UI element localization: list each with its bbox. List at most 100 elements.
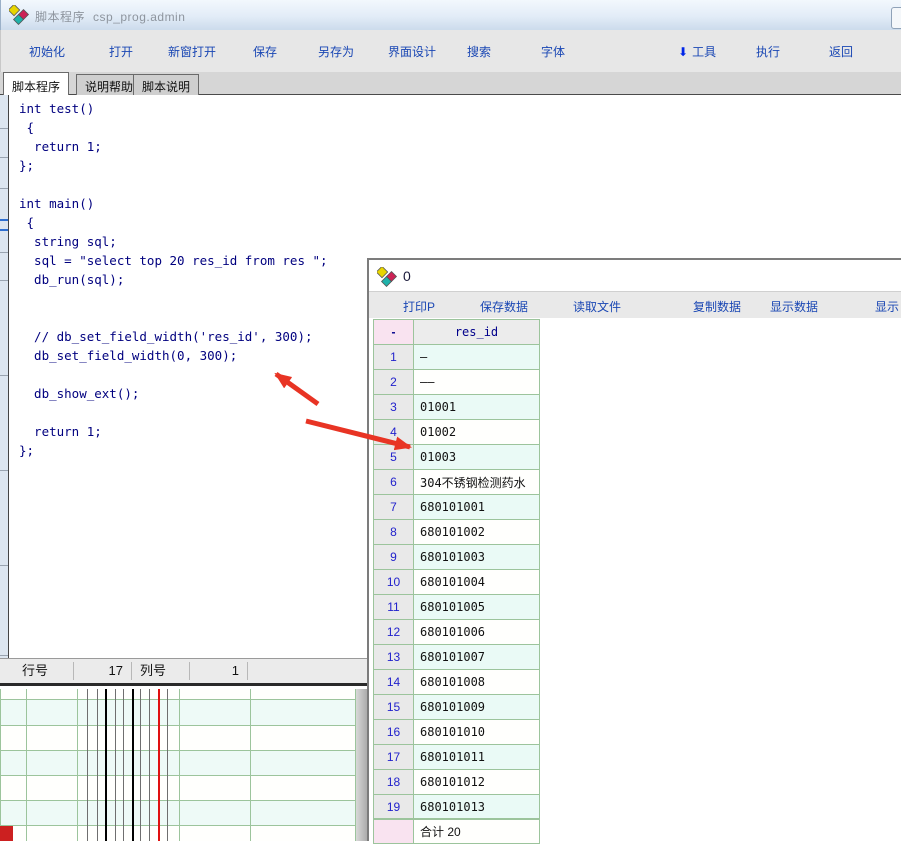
row-number-cell[interactable]: 16 [373, 719, 413, 744]
res-id-cell[interactable]: 680101009 [413, 694, 540, 719]
res-id-cell[interactable]: 680101011 [413, 744, 540, 769]
table-row: 15680101009 [373, 694, 541, 719]
copy-data-button[interactable]: 复制数据 [693, 298, 741, 315]
results-table-body: 1—2——3010014010025010036304不锈钢检测药水768010… [373, 344, 541, 819]
table-row: 13680101007 [373, 644, 541, 669]
row-number-cell[interactable]: 12 [373, 619, 413, 644]
table-row: 12680101006 [373, 619, 541, 644]
res-id-cell[interactable]: 680101005 [413, 594, 540, 619]
row-number-cell[interactable]: 5 [373, 444, 413, 469]
footer-total-cell: 合计 20 [413, 819, 540, 844]
table-row: 401002 [373, 419, 541, 444]
row-number-cell[interactable]: 14 [373, 669, 413, 694]
row-number-cell[interactable]: 9 [373, 544, 413, 569]
line-number-value: 17 [74, 662, 132, 680]
table-row: 10680101004 [373, 569, 541, 594]
row-number-cell[interactable]: 4 [373, 419, 413, 444]
row-number-cell[interactable]: 17 [373, 744, 413, 769]
res-id-cell[interactable]: 304不锈钢检测药水 [413, 469, 540, 494]
footer-index-cell [373, 819, 413, 844]
window-title: 脚本程序csp_prog.admin [35, 8, 185, 25]
row-number-cell[interactable]: 1 [373, 344, 413, 369]
save-as-button[interactable]: 另存为 [318, 43, 354, 60]
res-id-cell[interactable]: 01003 [413, 444, 540, 469]
line-number-label: 行号 [0, 662, 74, 680]
res-id-cell[interactable]: —— [413, 369, 540, 394]
row-number-cell[interactable]: 8 [373, 519, 413, 544]
result-titlebar: 0 [369, 260, 901, 292]
tab-bar: 脚本程序 说明帮助 脚本说明 [0, 72, 901, 95]
open-new-window-button[interactable]: 新窗打开 [168, 43, 216, 60]
row-number-cell[interactable]: 2 [373, 369, 413, 394]
res-id-cell[interactable]: 01002 [413, 419, 540, 444]
header-field-cell[interactable]: res_id [413, 319, 540, 344]
res-id-cell[interactable]: 680101013 [413, 794, 540, 819]
tab-script-program[interactable]: 脚本程序 [3, 72, 69, 95]
res-id-cell[interactable]: 680101004 [413, 569, 540, 594]
res-id-cell[interactable]: — [413, 344, 540, 369]
row-number-cell[interactable]: 19 [373, 794, 413, 819]
save-button[interactable]: 保存 [253, 43, 277, 60]
table-row: 16680101010 [373, 719, 541, 744]
res-id-cell[interactable]: 680101003 [413, 544, 540, 569]
save-data-button[interactable]: 保存数据 [480, 298, 528, 315]
left-ruler-strip [0, 95, 9, 658]
results-table: - res_id 1—2——3010014010025010036304不锈钢检… [373, 319, 541, 844]
show-data-button[interactable]: 显示数据 [770, 298, 818, 315]
table-row: 19680101013 [373, 794, 541, 819]
row-number-cell[interactable]: 6 [373, 469, 413, 494]
window-control-button[interactable] [891, 7, 901, 29]
table-row: 14680101008 [373, 669, 541, 694]
res-id-cell[interactable]: 01001 [413, 394, 540, 419]
return-button[interactable]: 返回 [829, 43, 853, 60]
row-number-cell[interactable]: 3 [373, 394, 413, 419]
row-number-cell[interactable]: 18 [373, 769, 413, 794]
res-id-cell[interactable]: 680101008 [413, 669, 540, 694]
res-id-cell[interactable]: 680101007 [413, 644, 540, 669]
tab-script-desc[interactable]: 脚本说明 [133, 74, 199, 95]
column-number-label: 列号 [132, 662, 190, 680]
res-id-cell[interactable]: 680101002 [413, 519, 540, 544]
row-number-cell[interactable]: 11 [373, 594, 413, 619]
table-header-row: - res_id [373, 319, 541, 344]
main-titlebar: 脚本程序csp_prog.admin [0, 0, 901, 30]
table-row: 9680101003 [373, 544, 541, 569]
table-row: 11680101005 [373, 594, 541, 619]
down-arrow-icon: ⬇ [678, 45, 688, 59]
result-app-icon [377, 267, 399, 292]
result-window: 0 打印P 保存数据 读取文件 复制数据 显示数据 显示 - res_id 1—… [367, 258, 901, 841]
tools-button[interactable]: ⬇工具 [678, 43, 716, 60]
row-number-cell[interactable]: 10 [373, 569, 413, 594]
header-index-cell[interactable]: - [373, 319, 413, 344]
table-row: 17680101011 [373, 744, 541, 769]
result-toolbar: 打印P 保存数据 读取文件 复制数据 显示数据 显示 [369, 292, 901, 318]
table-row: 301001 [373, 394, 541, 419]
open-button[interactable]: 打开 [109, 43, 133, 60]
print-button[interactable]: 打印P [403, 298, 435, 315]
search-button[interactable]: 搜索 [467, 43, 491, 60]
table-row: 501003 [373, 444, 541, 469]
res-id-cell[interactable]: 680101010 [413, 719, 540, 744]
table-row: 7680101001 [373, 494, 541, 519]
table-row: 6304不锈钢检测药水 [373, 469, 541, 494]
res-id-cell[interactable]: 680101012 [413, 769, 540, 794]
read-file-button[interactable]: 读取文件 [573, 298, 621, 315]
result-window-title: 0 [403, 268, 411, 284]
res-id-cell[interactable]: 680101001 [413, 494, 540, 519]
res-id-cell[interactable]: 680101006 [413, 619, 540, 644]
font-button[interactable]: 字体 [541, 43, 565, 60]
row-number-cell[interactable]: 15 [373, 694, 413, 719]
app-icon [9, 5, 31, 30]
table-row: 8680101002 [373, 519, 541, 544]
table-row: 2—— [373, 369, 541, 394]
window-title-app: 脚本程序 [35, 10, 85, 24]
ui-design-button[interactable]: 界面设计 [388, 43, 436, 60]
row-number-cell[interactable]: 7 [373, 494, 413, 519]
execute-button[interactable]: 执行 [756, 43, 780, 60]
table-row: 18680101012 [373, 769, 541, 794]
code-text[interactable]: int test() { return 1; }; int main() { s… [19, 99, 328, 460]
init-button[interactable]: 初始化 [29, 43, 65, 60]
table-row: 1— [373, 344, 541, 369]
row-number-cell[interactable]: 13 [373, 644, 413, 669]
show-more-button[interactable]: 显示 [875, 298, 899, 315]
